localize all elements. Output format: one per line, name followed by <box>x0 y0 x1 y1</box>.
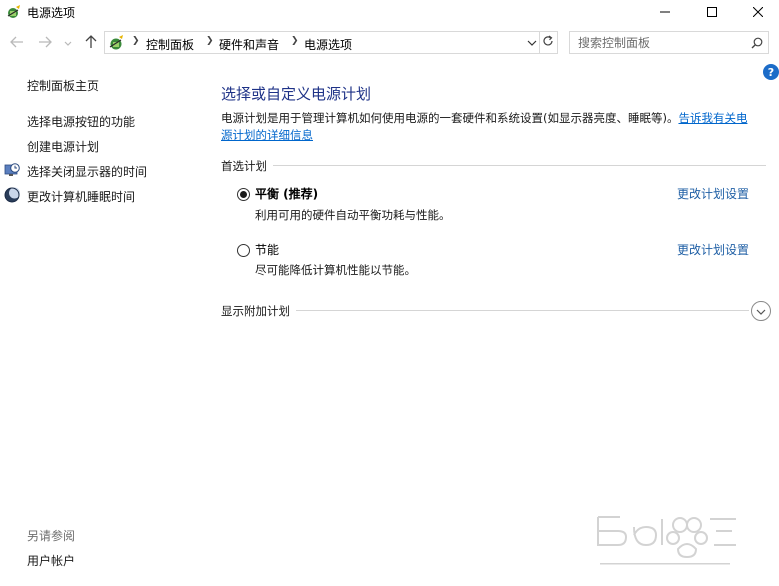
learn-more-link[interactable]: 告诉我有关电 <box>678 111 747 125</box>
clock-monitor-icon <box>4 162 20 178</box>
breadcrumb-control-panel[interactable]: 控制面板 <box>146 36 194 53</box>
search-icon[interactable] <box>748 34 766 52</box>
create-power-plan-link[interactable]: 创建电源计划 <box>27 138 99 155</box>
show-additional-plans-label[interactable]: 显示附加计划 <box>221 303 296 319</box>
moon-icon <box>4 187 20 203</box>
refresh-icon <box>542 35 554 50</box>
additional-plans-divider <box>221 310 749 311</box>
close-icon <box>752 6 764 20</box>
control-panel-icon <box>108 34 125 51</box>
navigation-bar: ❯ 控制面板 ❯ 硬件和声音 ❯ 电源选项 <box>0 30 779 58</box>
choose-power-button-link[interactable]: 选择电源按钮的功能 <box>27 113 135 130</box>
sleep-time-link[interactable]: 更改计算机睡眠时间 <box>27 188 135 205</box>
maximize-button[interactable] <box>689 0 735 26</box>
back-button[interactable] <box>8 34 26 52</box>
minimize-icon <box>660 6 670 20</box>
forward-button[interactable] <box>36 34 54 52</box>
close-button[interactable] <box>735 0 779 26</box>
balanced-plan-radio[interactable] <box>237 188 250 201</box>
preferred-plans-label: 首选计划 <box>221 158 273 174</box>
breadcrumb-separator[interactable]: ❯ <box>206 36 214 46</box>
power-options-icon <box>6 4 22 20</box>
power-saver-plan-name[interactable]: 节能 <box>255 241 279 258</box>
breadcrumb-separator[interactable]: ❯ <box>132 36 140 46</box>
arrow-up-icon <box>85 34 97 52</box>
title-bar: 电源选项 <box>0 0 779 26</box>
page-description: 电源计划是用于管理计算机如何使用电源的一套硬件和系统设置(如显示器亮度、睡眠等)… <box>221 110 773 144</box>
preferred-plans-divider <box>221 165 766 166</box>
maximize-icon <box>707 6 717 20</box>
see-also-heading: 另请参阅 <box>27 529 76 543</box>
help-button[interactable]: ? <box>763 64 779 80</box>
recent-locations-button[interactable] <box>62 34 74 52</box>
user-accounts-link[interactable]: 用户帐户 <box>27 552 75 569</box>
chevron-down-icon <box>756 304 766 318</box>
page-title: 选择或自定义电源计划 <box>221 85 372 103</box>
balanced-plan-description: 利用可用的硬件自动平衡功耗与性能。 <box>255 208 451 222</box>
address-dropdown-button[interactable] <box>525 35 539 51</box>
control-panel-home-link[interactable]: 控制面板主页 <box>27 77 99 94</box>
power-saver-change-settings-link[interactable]: 更改计划设置 <box>677 241 749 258</box>
power-saver-plan-description: 尽可能降低计算机性能以节能。 <box>255 263 416 277</box>
learn-more-link-continued[interactable]: 源计划的详细信息 <box>221 128 313 142</box>
balanced-plan-name[interactable]: 平衡 (推荐) <box>255 185 318 202</box>
search-input[interactable] <box>570 32 746 53</box>
window-title: 电源选项 <box>27 6 76 20</box>
arrow-left-icon <box>10 36 24 51</box>
expand-additional-plans-button[interactable] <box>751 301 771 321</box>
balanced-change-settings-link[interactable]: 更改计划设置 <box>677 185 749 202</box>
search-box[interactable] <box>569 31 769 54</box>
up-button[interactable] <box>82 34 100 52</box>
breadcrumb-hardware-sound[interactable]: 硬件和声音 <box>219 36 279 53</box>
breadcrumb-power-options[interactable]: 电源选项 <box>304 36 352 53</box>
refresh-button[interactable] <box>538 31 558 54</box>
display-off-time-link[interactable]: 选择关闭显示器的时间 <box>27 163 147 180</box>
arrow-right-icon <box>38 36 52 51</box>
description-text: 电源计划是用于管理计算机如何使用电源的一套硬件和系统设置(如显示器亮度、睡眠等)… <box>221 111 679 125</box>
power-saver-plan-radio[interactable] <box>237 244 250 257</box>
breadcrumb-separator[interactable]: ❯ <box>291 36 299 46</box>
chevron-down-icon <box>64 36 72 50</box>
address-bar[interactable]: ❯ 控制面板 ❯ 硬件和声音 ❯ 电源选项 <box>104 31 540 54</box>
minimize-button[interactable] <box>642 0 688 26</box>
watermark-logo <box>590 505 740 575</box>
